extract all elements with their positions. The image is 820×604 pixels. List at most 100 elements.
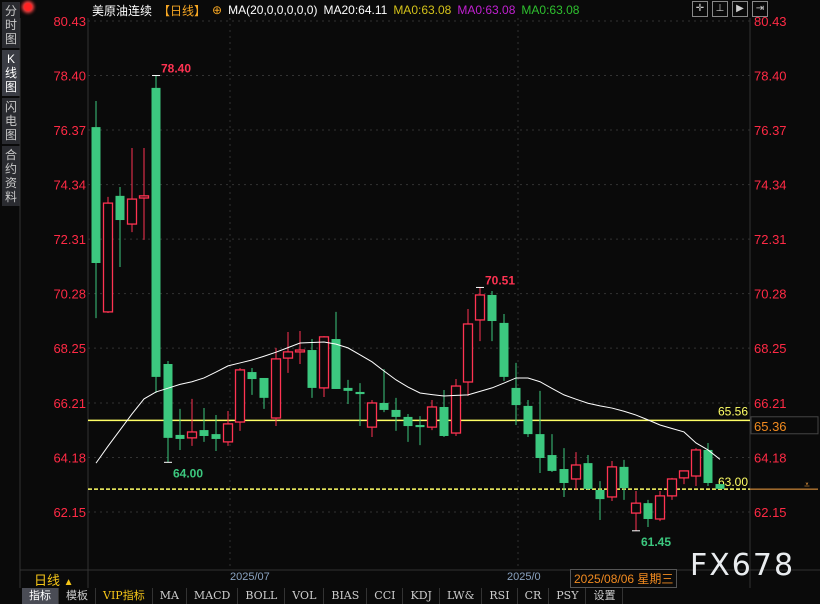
candle-down <box>559 469 569 483</box>
candle-down <box>175 434 185 439</box>
ma20-value: MA20:64.11 <box>323 3 388 17</box>
ma0-value-c: MA0:63.08 <box>521 3 580 17</box>
y-tick-left: 70.28 <box>53 287 86 302</box>
candle-up <box>366 402 378 428</box>
tab-template[interactable]: 模板 <box>59 588 96 604</box>
tab-vol[interactable]: VOL <box>285 588 325 604</box>
tab-boll[interactable]: BOLL <box>238 588 286 604</box>
candle-down <box>547 455 557 471</box>
y-tick-left: 78.40 <box>53 69 86 84</box>
candle-up <box>234 369 246 423</box>
forward-icon[interactable]: ⇥ <box>752 1 768 17</box>
tab-settings[interactable]: 设置 <box>586 588 624 604</box>
candle-down <box>391 409 401 417</box>
play-icon[interactable]: ▶ <box>732 1 748 17</box>
candle-down <box>91 127 101 264</box>
candle-up <box>570 464 582 480</box>
y-tick-left: 66.21 <box>53 396 86 411</box>
candle-up <box>186 431 198 439</box>
tab-bias[interactable]: BIAS <box>324 588 368 604</box>
extreme-label: 64.00 <box>173 466 203 480</box>
tab-rsi[interactable]: RSI <box>482 588 518 604</box>
date-tick: 2025/07 <box>230 571 270 583</box>
tab-indicators[interactable]: 指标 <box>22 588 59 604</box>
tab-macd[interactable]: MACD <box>187 588 239 604</box>
candle-down <box>259 377 269 398</box>
y-tick-left: 72.31 <box>53 232 86 247</box>
tab-cci[interactable]: CCI <box>367 588 404 604</box>
crosshair-icon[interactable]: ✛ <box>692 1 708 17</box>
ma-params[interactable]: MA(20,0,0,0,0,0) <box>228 3 317 17</box>
candle-down <box>343 387 353 391</box>
y-tick-right: 70.28 <box>754 287 787 302</box>
y-tick-right: 66.21 <box>754 396 787 411</box>
candle-down <box>703 449 713 483</box>
double-caret-down-icon: ⩡ <box>804 480 810 491</box>
candle-down <box>715 484 725 489</box>
tab-lw[interactable]: LW& <box>440 588 483 604</box>
period-selector[interactable]: 日线 ▲ <box>34 570 74 589</box>
candle-down <box>163 364 173 438</box>
candle-up <box>126 198 138 225</box>
candle-down <box>403 416 413 427</box>
candle-down <box>151 87 161 377</box>
candle-up <box>606 466 618 498</box>
y-tick-right: 62.15 <box>754 505 787 520</box>
interval-icon[interactable]: ⊥ <box>712 1 728 17</box>
candle-down <box>643 503 653 519</box>
candle-up <box>318 336 330 389</box>
candle-up <box>690 449 702 477</box>
candle-down <box>523 405 533 435</box>
extreme-label: 70.51 <box>485 273 515 287</box>
y-tick-right: 72.31 <box>754 232 787 247</box>
tab-psy[interactable]: PSY <box>549 588 587 604</box>
candle-up <box>138 195 150 199</box>
candle-up <box>270 358 282 419</box>
candle-down <box>379 402 389 410</box>
extreme-label: 61.45 <box>641 535 671 549</box>
current-price: 65.36 <box>754 419 787 434</box>
candle-up <box>294 349 306 353</box>
candle-down <box>247 372 257 380</box>
y-tick-right: 78.40 <box>754 69 787 84</box>
y-tick-right: 74.34 <box>754 178 787 193</box>
extreme-label: 78.40 <box>161 62 191 76</box>
candle-down <box>211 434 221 439</box>
y-tick-right: 76.37 <box>754 123 787 138</box>
live-indicator-icon <box>24 3 32 11</box>
period-text: 日线 <box>34 573 61 588</box>
candle-down <box>355 391 365 395</box>
tab-vip-indicators[interactable]: VIP指标 <box>96 588 153 604</box>
candle-up <box>450 385 462 434</box>
instrument-title: 美原油连续 <box>92 3 153 18</box>
candle-down <box>115 195 125 221</box>
date-axis: 日线 ▲ 2025/07 2025/0 2025/08/06 星期三 <box>20 569 750 589</box>
candlestick-chart[interactable]: 80.43 80.4378.40 78.4076.37 76.3774.34 74.34… <box>0 0 820 588</box>
settings-gear-icon[interactable]: ⊕ <box>212 3 222 17</box>
y-tick-right: 68.25 <box>754 341 787 356</box>
ma0-value-a: MA0:63.08 <box>393 3 452 17</box>
period-label: 【日线】 <box>158 3 207 18</box>
candle-down <box>511 387 521 406</box>
candle-down <box>499 322 509 377</box>
tab-kdj[interactable]: KDJ <box>403 588 440 604</box>
candle-up <box>678 470 690 479</box>
candle-down <box>199 430 209 436</box>
y-tick-right: 64.18 <box>754 450 787 465</box>
candle-down <box>595 489 605 500</box>
tab-ma[interactable]: MA <box>153 588 187 604</box>
hline-label: 65.56 <box>718 404 748 418</box>
tab-cr[interactable]: CR <box>518 588 550 604</box>
y-tick-left: 64.18 <box>53 450 86 465</box>
candle-down <box>535 434 545 459</box>
candle-down <box>487 294 497 322</box>
cursor-date: 2025/08/06 星期三 <box>570 569 678 588</box>
ma0-value-b: MA0:63.08 <box>457 3 516 17</box>
indicator-tabs: 指标 模板 VIP指标 MA MACD BOLL VOL BIAS CCI KD… <box>22 588 624 604</box>
date-tick: 2025/0 <box>507 571 541 583</box>
candle-up <box>282 351 294 359</box>
candle-up <box>222 423 234 443</box>
y-tick-left: 68.25 <box>53 341 86 356</box>
candle-up <box>474 294 486 321</box>
candle-up <box>462 323 474 383</box>
